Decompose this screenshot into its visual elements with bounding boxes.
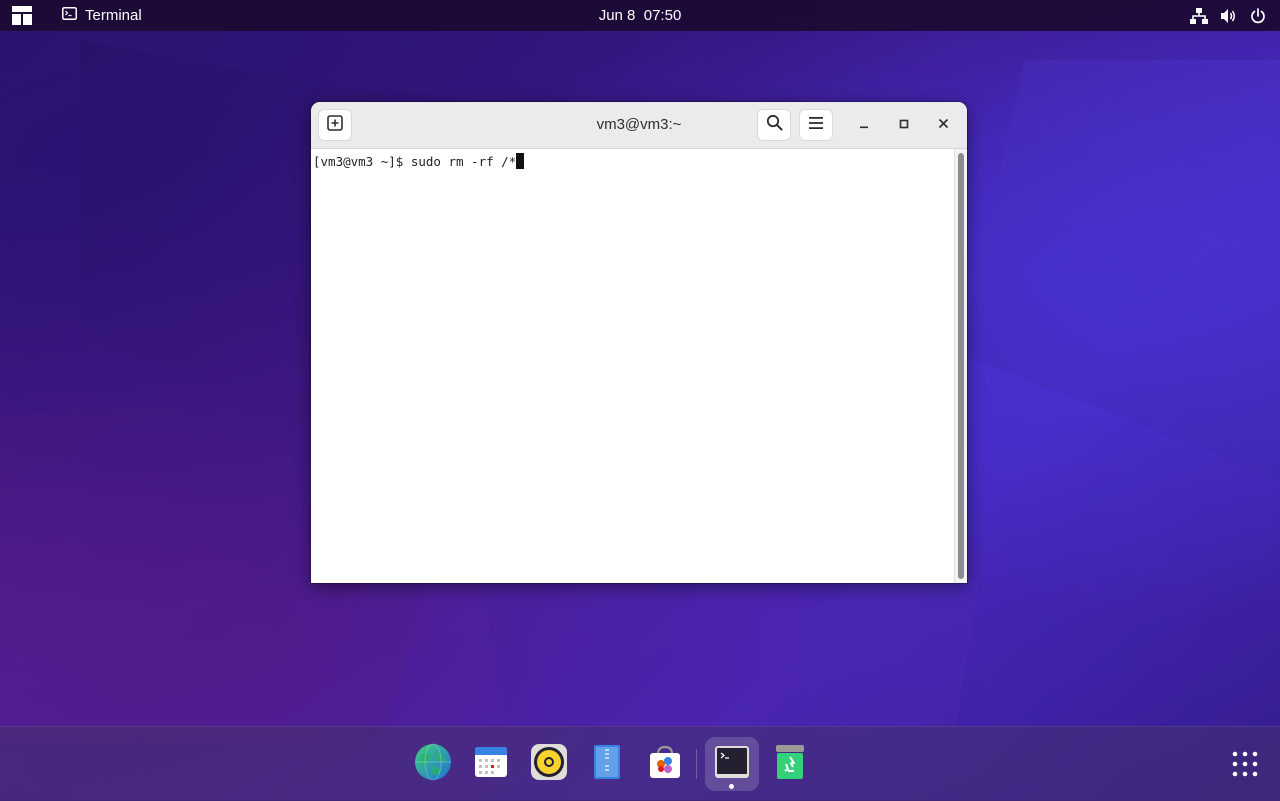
volume-icon[interactable] bbox=[1220, 8, 1238, 24]
search-button[interactable] bbox=[757, 109, 791, 141]
window-headerbar[interactable]: vm3@vm3:~ bbox=[311, 102, 967, 149]
terminal-command: sudo rm -rf /* bbox=[410, 154, 517, 169]
hamburger-menu-icon bbox=[808, 116, 824, 135]
minimize-button[interactable] bbox=[853, 114, 875, 136]
dock-file-archiver[interactable] bbox=[587, 744, 627, 784]
activities-icon[interactable] bbox=[12, 6, 32, 25]
dock-separator bbox=[696, 749, 697, 779]
dock-web-browser[interactable] bbox=[413, 743, 453, 786]
wallpaper-facet bbox=[960, 60, 1280, 480]
terminal-line: [vm3@vm3 ~]$ sudo rm -rf /* bbox=[313, 153, 525, 169]
app-menu[interactable]: Terminal bbox=[62, 0, 142, 31]
shopping-bag-icon bbox=[647, 744, 683, 785]
terminal-app-icon bbox=[62, 7, 77, 24]
clock-button[interactable]: Jun 8 07:50 bbox=[599, 7, 682, 24]
maximize-button[interactable] bbox=[893, 114, 915, 136]
scrollbar-thumb[interactable] bbox=[958, 153, 964, 579]
terminal-window[interactable]: vm3@vm3:~ [vm3@vm3 ~]$ sudo rm -rf /* bbox=[311, 102, 967, 583]
terminal-icon bbox=[714, 745, 750, 784]
search-icon bbox=[766, 114, 783, 136]
new-tab-icon bbox=[327, 114, 343, 136]
power-icon[interactable] bbox=[1250, 7, 1266, 24]
show-apps-button[interactable] bbox=[1230, 749, 1260, 779]
clock: Jun 8 07:50 bbox=[0, 0, 1280, 31]
dock-music-player[interactable] bbox=[529, 743, 569, 786]
archive-icon bbox=[592, 744, 622, 785]
terminal-prompt: [vm3@vm3 ~]$ bbox=[313, 154, 411, 169]
app-menu-label: Terminal bbox=[85, 7, 142, 24]
close-icon bbox=[938, 116, 949, 134]
dock-software-store[interactable] bbox=[645, 744, 685, 784]
speaker-icon bbox=[530, 743, 568, 786]
menu-button[interactable] bbox=[799, 109, 833, 141]
terminal-cursor bbox=[516, 153, 525, 169]
new-tab-button[interactable] bbox=[318, 109, 352, 141]
system-tray[interactable] bbox=[1190, 0, 1266, 31]
dock bbox=[0, 726, 1280, 801]
dock-calendar[interactable] bbox=[471, 744, 511, 784]
clock-date: Jun 8 bbox=[598, 7, 636, 24]
minimize-icon bbox=[859, 116, 869, 134]
dock-trash[interactable] bbox=[770, 744, 810, 784]
terminal-scrollbar[interactable] bbox=[954, 149, 967, 583]
close-button[interactable] bbox=[932, 114, 954, 136]
clock-time: 07:50 bbox=[643, 7, 682, 24]
dock-terminal[interactable] bbox=[712, 744, 752, 784]
maximize-icon bbox=[899, 116, 909, 134]
top-bar: Terminal Jun 8 07:50 bbox=[0, 0, 1280, 31]
network-icon[interactable] bbox=[1190, 7, 1208, 24]
globe-icon bbox=[414, 743, 452, 786]
app-grid-icon bbox=[1230, 751, 1260, 783]
terminal-output[interactable]: [vm3@vm3 ~]$ sudo rm -rf /* bbox=[311, 149, 954, 583]
calendar-icon bbox=[474, 745, 508, 784]
trash-icon bbox=[774, 744, 806, 785]
running-indicator bbox=[729, 784, 734, 789]
wallpaper-facet bbox=[480, 560, 980, 730]
